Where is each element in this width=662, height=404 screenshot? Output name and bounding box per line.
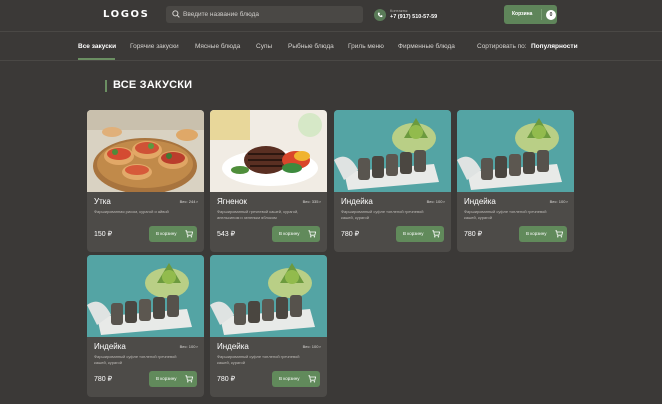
active-tab-indicator: [78, 58, 115, 60]
product-image[interactable]: [210, 110, 327, 192]
cart-icon: [308, 230, 316, 238]
product-card[interactable]: Индейка Вес: 100 г Фаршированный суфле топ…: [457, 110, 574, 252]
product-image[interactable]: [87, 255, 204, 337]
product-weight: Вес: 100 г: [179, 344, 198, 349]
cart-icon: [555, 230, 563, 238]
product-description: Фаршированный суфле топленой гречневой к…: [341, 209, 424, 220]
cart-icon: [185, 230, 193, 238]
tab-hot-snacks[interactable]: Горячие закуски: [130, 43, 179, 50]
tab-all-snacks[interactable]: Все закуски: [78, 43, 116, 50]
search-input[interactable]: [183, 7, 358, 22]
tab-grill[interactable]: Гриль меню: [348, 43, 384, 50]
product-name[interactable]: Утка: [94, 197, 111, 206]
contacts-label: Контакты:: [390, 8, 409, 13]
product-description: Фаршированный суфле топленой гречневой к…: [464, 209, 547, 220]
add-to-cart-label: В корзину: [403, 231, 424, 236]
product-description: Фаршированный суфле топленой гречневой к…: [217, 354, 300, 365]
cart-count-badge: 0: [546, 10, 556, 20]
product-name[interactable]: Индейка: [464, 197, 496, 206]
add-to-cart-button[interactable]: В корзину: [272, 371, 320, 387]
header: LOGOS Контакты: +7 (917) 510-57-59 Корзи…: [0, 0, 662, 32]
product-card[interactable]: Индейка Вес: 100 г Фаршированный суфле топ…: [87, 255, 204, 397]
add-to-cart-button[interactable]: В корзину: [272, 226, 320, 242]
cart-button[interactable]: Корзина 0: [504, 5, 557, 24]
product-description: Фаршированный суфле топленой гречневой к…: [94, 354, 177, 365]
product-image[interactable]: [87, 110, 204, 192]
cart-button-label: Корзина: [512, 11, 533, 17]
cart-icon: [432, 230, 440, 238]
cart-divider: [541, 9, 542, 20]
phone-icon[interactable]: [374, 9, 386, 21]
product-description: Фаршированный гречневой кашей, курагой, …: [217, 209, 299, 220]
product-price: 780 ₽: [94, 376, 113, 383]
category-nav: Все закуски Горячие закуски Мясные блюда…: [0, 33, 662, 61]
product-price: 543 ₽: [217, 231, 236, 238]
add-to-cart-button[interactable]: В корзину: [149, 371, 197, 387]
cart-icon: [185, 375, 193, 383]
cart-icon: [308, 375, 316, 383]
product-price: 780 ₽: [217, 376, 236, 383]
product-price: 150 ₽: [94, 231, 113, 238]
add-to-cart-label: В корзину: [156, 231, 177, 236]
tab-signature[interactable]: Фирменные блюда: [398, 43, 455, 50]
search-bar[interactable]: [166, 6, 363, 23]
product-price: 780 ₽: [464, 231, 483, 238]
sort-dropdown[interactable]: Популярности: [531, 43, 578, 50]
product-image[interactable]: [457, 110, 574, 192]
product-price: 780 ₽: [341, 231, 360, 238]
product-weight: Вес: 100 г: [302, 344, 321, 349]
add-to-cart-button[interactable]: В корзину: [519, 226, 567, 242]
product-weight: Вес: 100 г: [549, 199, 568, 204]
product-card[interactable]: Ягненок Вес: 335 г Фаршированный гречневой…: [210, 110, 327, 252]
product-image[interactable]: [334, 110, 451, 192]
add-to-cart-button[interactable]: В корзину: [149, 226, 197, 242]
tab-fish[interactable]: Рыбные блюда: [288, 43, 334, 50]
section-title: ВСЕ ЗАКУСКИ: [113, 79, 193, 91]
product-weight: Вес: 100 г: [426, 199, 445, 204]
title-accent-bar: [105, 80, 107, 92]
tab-soups[interactable]: Супы: [256, 43, 272, 50]
product-weight: Вес: 244 г: [179, 199, 198, 204]
logo[interactable]: LOGOS: [103, 9, 149, 20]
add-to-cart-label: В корзину: [279, 376, 300, 381]
phone-number[interactable]: +7 (917) 510-57-59: [390, 14, 437, 20]
product-card[interactable]: Индейка Вес: 100 г Фаршированный суфле топ…: [334, 110, 451, 252]
add-to-cart-label: В корзину: [279, 231, 300, 236]
product-name[interactable]: Индейка: [94, 342, 126, 351]
add-to-cart-label: В корзину: [156, 376, 177, 381]
sort-label: Сортировать по:: [477, 43, 527, 50]
tab-meat[interactable]: Мясные блюда: [195, 43, 240, 50]
product-name[interactable]: Индейка: [341, 197, 373, 206]
product-name[interactable]: Ягненок: [217, 197, 247, 206]
product-weight: Вес: 335 г: [302, 199, 321, 204]
product-image[interactable]: [210, 255, 327, 337]
add-to-cart-button[interactable]: В корзину: [396, 226, 444, 242]
add-to-cart-label: В корзину: [526, 231, 547, 236]
search-icon: [172, 10, 180, 18]
product-name[interactable]: Индейка: [217, 342, 249, 351]
product-description: Фаршированная рисом, курагой и айвой: [94, 209, 169, 214]
product-card[interactable]: Утка Вес: 244 г Фаршированная рисом, кураг…: [87, 110, 204, 252]
product-card[interactable]: Индейка Вес: 100 г Фаршированный суфле топ…: [210, 255, 327, 397]
